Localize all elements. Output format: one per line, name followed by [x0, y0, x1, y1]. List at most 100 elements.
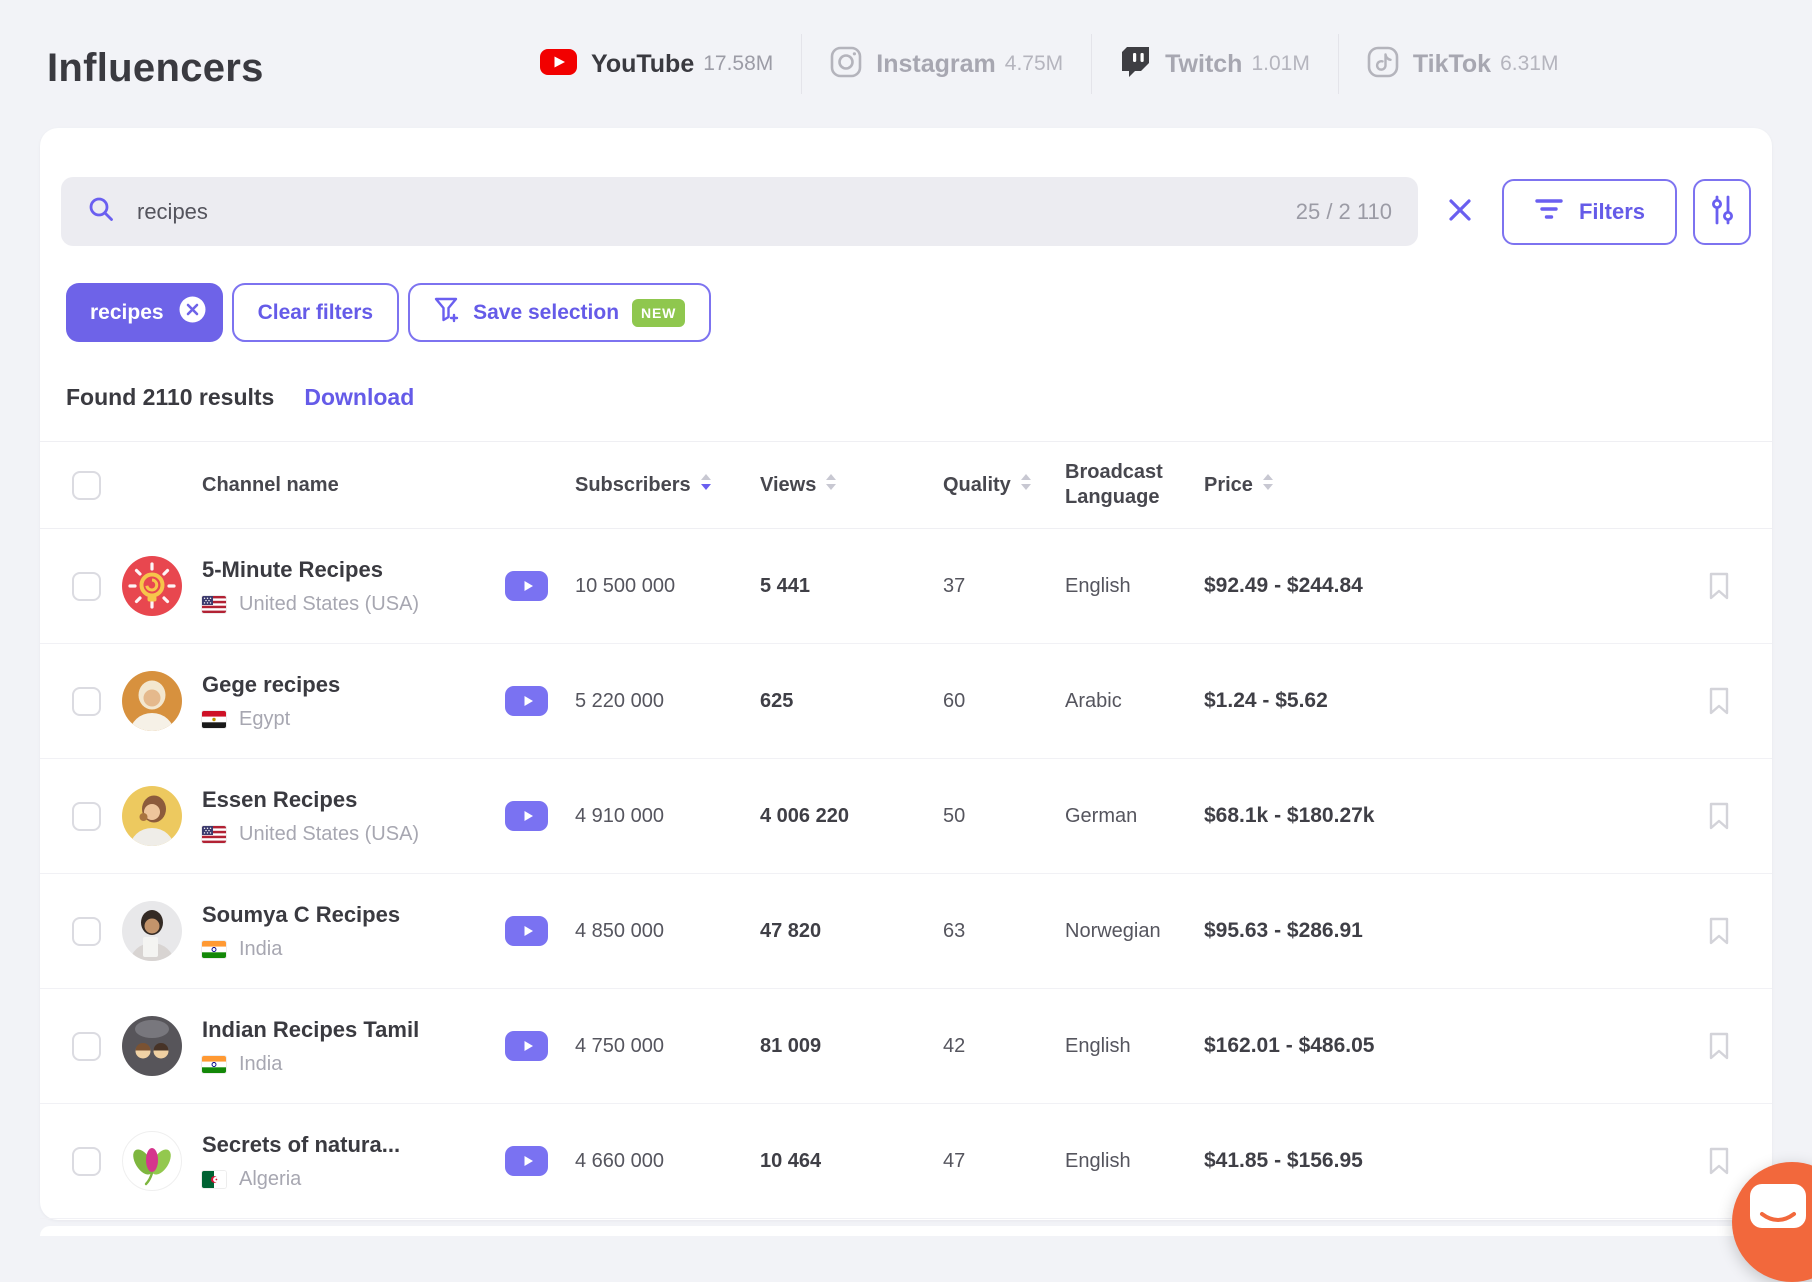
- views-value: 5 441: [760, 574, 811, 597]
- sort-icon-active-desc[interactable]: [700, 473, 712, 498]
- save-selection-button[interactable]: Save selection NEW: [408, 283, 712, 342]
- search-row: recipes 25 / 2 110 Filters: [61, 177, 1751, 246]
- new-badge: NEW: [632, 298, 686, 327]
- row-checkbox[interactable]: [72, 801, 101, 831]
- column-header-subscribers[interactable]: Subscribers: [575, 473, 760, 498]
- channel-name[interactable]: 5-Minute Recipes: [202, 557, 505, 583]
- language-value: English: [1065, 574, 1131, 597]
- row-checkbox[interactable]: [72, 686, 101, 716]
- tab-count: 4.75M: [1004, 52, 1064, 75]
- results-card: recipes 25 / 2 110 Filters recipes Clear…: [40, 128, 1772, 1220]
- price-value: $41.85 - $156.95: [1204, 1149, 1363, 1172]
- tab-count: 1.01M: [1251, 52, 1310, 75]
- india-flag-icon: [202, 1055, 226, 1073]
- column-header-views[interactable]: Views: [760, 473, 943, 498]
- table-row: 5-Minute Recipes United States (USA) 10 …: [40, 529, 1772, 644]
- column-header-price[interactable]: Price: [1204, 473, 1706, 498]
- youtube-play-button[interactable]: [505, 1146, 548, 1176]
- algeria-flag-icon: [202, 1170, 226, 1188]
- bookmark-icon[interactable]: [1706, 686, 1732, 716]
- clear-filters-button[interactable]: Clear filters: [231, 283, 400, 342]
- channel-avatar: [122, 671, 182, 731]
- active-filters-row: recipes Clear filters Save selection NEW: [66, 283, 712, 342]
- price-value: $162.01 - $486.05: [1204, 1034, 1375, 1057]
- bookmark-icon[interactable]: [1706, 801, 1732, 831]
- select-all-checkbox[interactable]: [72, 470, 101, 500]
- remove-chip-icon[interactable]: [179, 296, 206, 329]
- row-checkbox[interactable]: [72, 916, 101, 946]
- channel-avatar: [122, 786, 182, 846]
- channel-avatar: [122, 1016, 182, 1076]
- quality-value: 50: [943, 804, 966, 827]
- sort-icon[interactable]: [1262, 473, 1274, 498]
- instagram-icon: [830, 46, 862, 83]
- channel-name[interactable]: Soumya C Recipes: [202, 902, 505, 928]
- youtube-play-button[interactable]: [505, 801, 548, 831]
- table-row: Essen Recipes United States (USA) 4 910 …: [40, 759, 1772, 874]
- row-checkbox[interactable]: [72, 571, 101, 601]
- youtube-play-button[interactable]: [505, 686, 548, 716]
- search-icon: [87, 195, 115, 228]
- quality-value: 47: [943, 1149, 966, 1172]
- column-header-channel[interactable]: Channel name: [202, 473, 505, 498]
- subscribers-value: 4 750 000: [575, 1034, 664, 1057]
- filters-button[interactable]: Filters: [1501, 178, 1677, 245]
- found-results-text: Found 2110 results: [66, 383, 275, 410]
- quality-value: 60: [943, 689, 966, 712]
- views-value: 81 009: [760, 1034, 822, 1057]
- filter-lines-icon: [1534, 198, 1564, 226]
- row-checkbox[interactable]: [72, 1031, 101, 1061]
- channel-name[interactable]: Gege recipes: [202, 672, 505, 698]
- clear-search-button[interactable]: [1442, 194, 1478, 230]
- tab-label: TikTok: [1412, 49, 1492, 78]
- channel-name[interactable]: Essen Recipes: [202, 787, 505, 813]
- download-link[interactable]: Download: [304, 384, 414, 411]
- column-header-language[interactable]: Broadcast Language: [1065, 460, 1204, 510]
- language-value: English: [1065, 1149, 1131, 1172]
- india-flag-icon: [202, 940, 226, 958]
- tiktok-icon: [1367, 46, 1399, 83]
- tab-instagram[interactable]: Instagram 4.75M: [830, 46, 1063, 83]
- tab-label: Instagram: [876, 49, 996, 78]
- column-header-quality[interactable]: Quality: [943, 473, 1065, 498]
- tab-tiktok[interactable]: TikTok 6.31M: [1367, 46, 1558, 83]
- youtube-play-button[interactable]: [505, 1031, 548, 1061]
- results-summary: Found 2110 results Download: [66, 353, 414, 441]
- subscribers-value: 5 220 000: [575, 689, 664, 712]
- views-value: 4 006 220: [760, 804, 849, 827]
- quality-value: 63: [943, 919, 966, 942]
- price-value: $1.24 - $5.62: [1204, 689, 1328, 712]
- youtube-play-button[interactable]: [505, 916, 548, 946]
- channel-name[interactable]: Indian Recipes Tamil: [202, 1017, 505, 1043]
- usa-flag-icon: [202, 595, 226, 613]
- youtube-icon: [540, 48, 577, 80]
- bookmark-icon[interactable]: [1706, 916, 1732, 946]
- search-input[interactable]: recipes 25 / 2 110: [61, 177, 1418, 246]
- youtube-play-button[interactable]: [505, 571, 548, 601]
- subscribers-value: 4 850 000: [575, 919, 664, 942]
- table-row: Soumya C Recipes India 4 850 000 47 820 …: [40, 874, 1772, 989]
- channel-country: India: [239, 1052, 283, 1075]
- row-checkbox[interactable]: [72, 1146, 101, 1176]
- subscribers-value: 10 500 000: [575, 574, 676, 597]
- next-card-edge: [40, 1226, 1772, 1236]
- channel-name[interactable]: Secrets of natura...: [202, 1132, 505, 1158]
- tab-label: Twitch: [1165, 49, 1243, 78]
- quality-value: 37: [943, 574, 966, 597]
- channel-country: United States (USA): [239, 822, 420, 845]
- sort-icon[interactable]: [1020, 473, 1032, 498]
- views-value: 10 464: [760, 1149, 822, 1172]
- sort-icon[interactable]: [825, 473, 837, 498]
- tab-twitch[interactable]: Twitch 1.01M: [1120, 46, 1310, 83]
- tab-youtube[interactable]: YouTube 17.58M: [540, 48, 773, 80]
- filter-chip-recipes[interactable]: recipes: [66, 283, 223, 342]
- channel-avatar: [122, 901, 182, 961]
- bookmark-icon[interactable]: [1706, 571, 1732, 601]
- bookmark-icon[interactable]: [1706, 1146, 1732, 1176]
- table-row: Secrets of natura... Algeria 4 660 000 1…: [40, 1104, 1772, 1219]
- bookmark-icon[interactable]: [1706, 1031, 1732, 1061]
- filters-button-label: Filters: [1578, 198, 1645, 224]
- tab-divider: [1091, 34, 1093, 94]
- table-row: Gege recipes Egypt 5 220 000 625 60 Arab…: [40, 644, 1772, 759]
- column-settings-button[interactable]: [1693, 178, 1751, 245]
